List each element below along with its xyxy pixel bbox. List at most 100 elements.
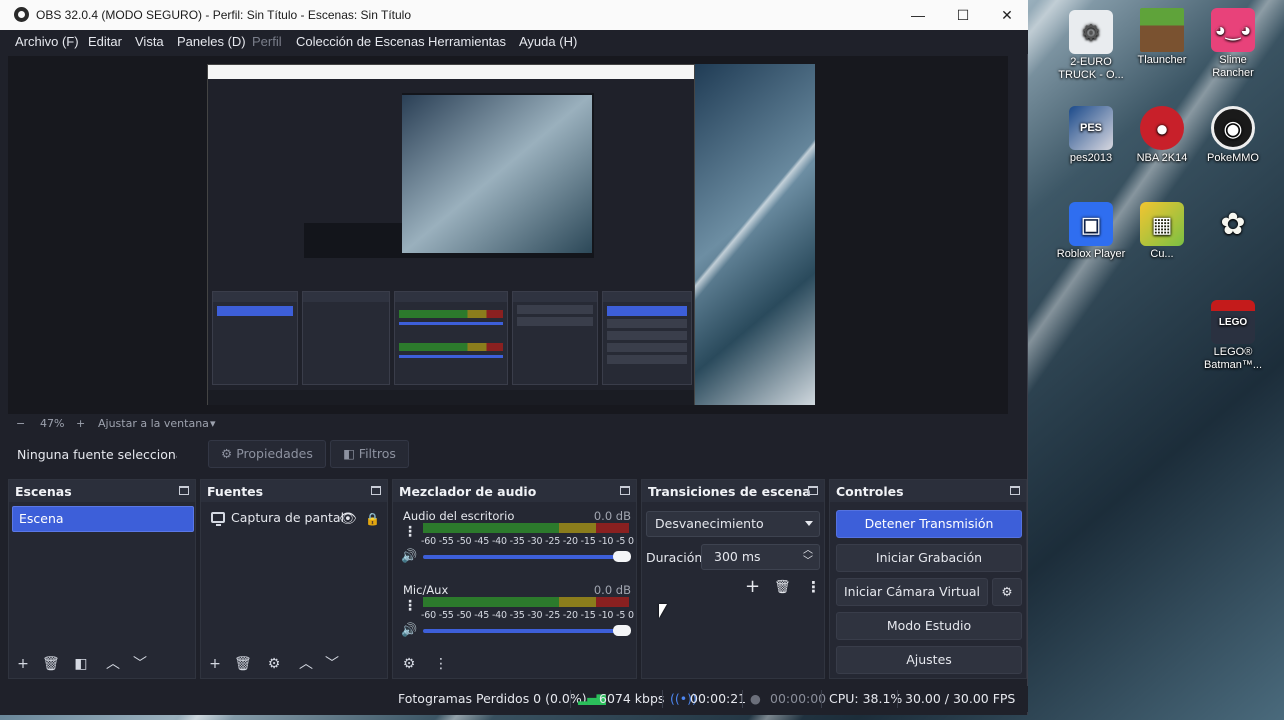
add-icon[interactable]: + <box>745 576 760 597</box>
scene-item-escena[interactable]: Escena <box>12 506 194 532</box>
start-virtual-camera-button[interactable]: Iniciar Cámara Virtual <box>836 578 988 606</box>
desktop-icon-tlauncher[interactable]: Tlauncher <box>1127 8 1197 67</box>
studio-mode-button[interactable]: Modo Estudio <box>836 612 1022 640</box>
maximize-button[interactable]: ☐ <box>941 0 985 30</box>
gear-icon: ⚙ <box>221 446 233 461</box>
desktop-icon-roblox[interactable]: ▣ Roblox Player <box>1056 202 1126 261</box>
filter-icon: ◧ <box>343 446 355 461</box>
menu-paneles[interactable]: Paneles (D) <box>177 34 246 49</box>
menu-coleccion-escenas[interactable]: Colección de Escenas <box>296 34 425 49</box>
fps: 30.00 / 30.00 FPS <box>905 691 1016 706</box>
menu-herramientas[interactable]: Herramientas <box>428 34 506 49</box>
desktop-icon-pokemmo[interactable]: ◉ PokeMMO <box>1198 106 1268 165</box>
scenes-title: Escenas <box>15 484 72 499</box>
mixer-channel-desktop: Audio del escritorio 0.0 dB ⋮ -60 -55 -5… <box>401 509 634 564</box>
zoom-dropdown-icon[interactable]: ▾ <box>210 417 216 430</box>
preview-canvas[interactable] <box>207 64 815 405</box>
volume-slider[interactable] <box>423 555 629 559</box>
trash-icon[interactable]: 🗑 <box>774 580 791 595</box>
kebab-menu-icon[interactable]: ⋮ <box>806 578 821 596</box>
chevron-down-icon <box>805 521 813 526</box>
lego-icon: LEGO <box>1211 300 1255 344</box>
zoom-out-button[interactable]: − <box>16 417 25 430</box>
menu-ayuda[interactable]: Ayuda (H) <box>519 34 577 49</box>
desktop-icon-nba2k14[interactable]: ● NBA 2K14 <box>1127 106 1197 165</box>
no-source-selected-label: Ninguna fuente seleccionad <box>17 447 177 462</box>
start-recording-button[interactable]: Iniciar Grabación <box>836 544 1022 572</box>
kebab-menu-icon[interactable]: ⋮ <box>433 656 449 672</box>
kebab-menu-icon[interactable]: ⋮ <box>403 524 417 540</box>
chevron-up-icon[interactable]: ︿ <box>105 656 121 672</box>
virtual-camera-settings-button[interactable]: ⚙ <box>992 578 1022 606</box>
kebab-menu-icon[interactable]: ⋮ <box>403 598 417 614</box>
lock-icon[interactable]: 🔒 <box>365 512 380 526</box>
transitions-title: Transiciones de escena <box>648 484 811 499</box>
add-icon[interactable]: + <box>207 656 223 672</box>
game-icon: PES <box>1069 106 1113 150</box>
chevron-down-icon[interactable]: ﹀ <box>132 656 148 672</box>
zoom-in-button[interactable]: + <box>76 417 85 430</box>
transition-select[interactable]: Desvanecimiento <box>646 511 820 537</box>
trash-icon[interactable]: 🗑 <box>234 656 252 672</box>
chevron-down-icon[interactable]: ﹀ <box>324 656 340 672</box>
gear-icon[interactable]: ⚙ <box>266 656 282 672</box>
menu-editar[interactable]: Editar <box>88 34 122 49</box>
recording-icon: ● <box>750 691 761 706</box>
stream-time: 00:00:21 <box>690 691 747 706</box>
desktop-icon-euro-truck[interactable]: ⚙ 2-EURO TRUCK - O... <box>1056 10 1126 82</box>
filter-icon[interactable]: ◧ <box>73 656 89 672</box>
desktop-icon-slime-rancher[interactable]: ◕‿◕ Slime Rancher <box>1198 8 1268 80</box>
obs-window: OBS 32.0.4 (MODO SEGURO) - Perfil: Sin T… <box>0 0 1028 715</box>
volume-meter <box>423 523 629 533</box>
undock-icon[interactable] <box>371 486 381 495</box>
stop-streaming-button[interactable]: Detener Transmisión <box>836 510 1022 538</box>
volume-slider[interactable] <box>423 629 629 633</box>
advanced-audio-icon[interactable]: ⚙ <box>401 656 417 672</box>
status-bar: Fotogramas Perdidos 0 (0.0%) ▂▄▆ 6074 kb… <box>0 686 1028 712</box>
gear-icon: ⚙ <box>1069 10 1113 54</box>
volume-slider-handle[interactable] <box>613 625 631 636</box>
duration-spinbox[interactable]: 300 ms ︿ ﹀ <box>701 544 820 570</box>
menu-vista[interactable]: Vista <box>135 34 164 49</box>
eye-icon[interactable]: 👁 <box>339 511 357 527</box>
spin-down-icon[interactable]: ﹀ <box>803 550 813 574</box>
menu-perfil[interactable]: Perfil <box>252 34 282 49</box>
properties-button[interactable]: ⚙ Propiedades <box>208 440 326 468</box>
zoom-value: 47% <box>40 417 65 430</box>
pokeball-icon: ◉ <box>1211 106 1255 150</box>
settings-button[interactable]: Ajustes <box>836 646 1022 674</box>
desktop-icon-pes2013[interactable]: PES pes2013 <box>1056 106 1126 165</box>
controls-dock: Controles Detener Transmisión Iniciar Gr… <box>829 479 1027 679</box>
speaker-icon[interactable]: 🔊 <box>401 623 417 638</box>
undock-icon[interactable] <box>179 486 189 495</box>
gear-icon: ⚙ <box>1001 584 1013 599</box>
chevron-up-icon[interactable]: ︿ <box>298 656 314 672</box>
record-time: 00:00:00 <box>770 691 827 706</box>
speaker-icon[interactable]: 🔊 <box>401 549 417 564</box>
add-icon[interactable]: + <box>15 656 31 672</box>
undock-icon[interactable] <box>1010 486 1020 495</box>
desktop-icon-lego-batman[interactable]: LEGO LEGO® Batman™... <box>1198 300 1268 372</box>
fit-window-label[interactable]: Ajustar a la ventana <box>98 417 209 430</box>
menu-archivo[interactable]: Archivo (F) <box>15 34 79 49</box>
source-item-screen-capture[interactable]: Captura de pantal <box>211 510 344 526</box>
trash-icon[interactable]: 🗑 <box>42 656 60 672</box>
undock-icon[interactable] <box>620 486 630 495</box>
flower-icon: ✿ <box>1220 207 1246 241</box>
captured-desktop <box>695 64 815 405</box>
mixer-title: Mezclador de audio <box>399 484 537 499</box>
filters-button[interactable]: ◧ Filtros <box>330 440 409 468</box>
zoom-bar: − 47% + Ajustar a la ventana ▾ <box>8 414 1008 434</box>
minimize-button[interactable]: — <box>896 0 940 30</box>
cpu-usage: CPU: 38.1% <box>829 691 903 706</box>
desktop-icon-cube[interactable]: ▦ Cu... <box>1127 202 1197 261</box>
close-button[interactable]: ✕ <box>985 0 1029 30</box>
undock-icon[interactable] <box>808 486 818 495</box>
mouse-cursor-icon <box>659 604 667 618</box>
ball-icon: ● <box>1140 106 1184 150</box>
block-icon <box>1140 8 1184 52</box>
bitrate: 6074 kbps <box>599 691 665 706</box>
volume-slider-handle[interactable] <box>613 551 631 562</box>
desktop-icon-flower[interactable]: ✿ <box>1198 202 1268 248</box>
title-bar[interactable]: OBS 32.0.4 (MODO SEGURO) - Perfil: Sin T… <box>0 0 1028 30</box>
